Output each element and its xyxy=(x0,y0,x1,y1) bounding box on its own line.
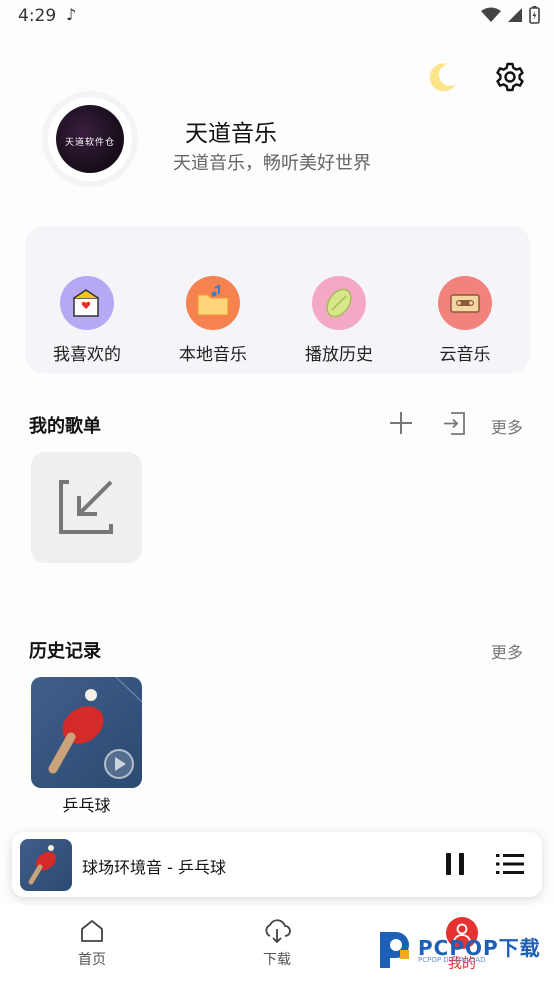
quick-local-music[interactable]: 本地音乐 xyxy=(163,276,263,365)
playlist-queue-icon[interactable] xyxy=(496,852,524,876)
avatar-text: 天道软件仓 xyxy=(64,138,115,148)
quick-cloud-music[interactable]: 云音乐 xyxy=(415,276,515,365)
import-playlist-tile[interactable] xyxy=(31,452,142,563)
ping-pong-paddle-image xyxy=(48,677,142,779)
add-playlist-plus-icon[interactable] xyxy=(389,411,413,435)
tab-download-label: 下载 xyxy=(263,952,291,968)
import-arrow-icon xyxy=(59,480,113,534)
quick-favorites-label: 我喜欢的 xyxy=(53,345,121,365)
pause-icon[interactable] xyxy=(444,852,466,876)
folder-icon xyxy=(186,276,240,330)
history-more-link[interactable]: 更多 xyxy=(491,639,523,663)
wifi-icon xyxy=(481,7,501,22)
now-playing-title: 球场环境音 - 乒乓球 xyxy=(82,858,226,877)
dark-mode-moon-icon[interactable] xyxy=(424,60,460,96)
cassette-icon xyxy=(438,276,492,330)
quick-actions-card: 我喜欢的 本地音乐 播放历史 云音乐 xyxy=(25,226,530,373)
pcpop-logo-icon xyxy=(380,932,409,968)
heart-box-icon xyxy=(60,276,114,330)
import-playlist-icon[interactable] xyxy=(442,411,467,436)
home-icon xyxy=(81,920,103,942)
history-item-name: 乒乓球 xyxy=(62,796,111,815)
quick-play-history[interactable]: 播放历史 xyxy=(289,276,389,365)
quick-play-history-label: 播放历史 xyxy=(305,345,373,365)
quick-local-music-label: 本地音乐 xyxy=(179,345,247,365)
settings-gear-icon[interactable] xyxy=(494,61,526,93)
status-time: 4:29 xyxy=(18,6,57,26)
playlists-section-title: 我的歌单 xyxy=(29,416,101,437)
avatar-image: 天道软件仓 xyxy=(56,105,124,173)
cloud-download-icon xyxy=(265,919,291,944)
tab-download[interactable]: 下载 xyxy=(237,917,317,969)
signal-icon xyxy=(508,8,522,22)
tab-home-label: 首页 xyxy=(78,952,106,968)
mini-player[interactable]: 球场环境音 - 乒乓球 xyxy=(12,832,542,897)
quick-favorites[interactable]: 我喜欢的 xyxy=(37,276,137,365)
music-note-icon: ♪ xyxy=(66,5,77,24)
user-description: 天道音乐，畅听美好世界 xyxy=(173,153,371,174)
quick-cloud-music-label: 云音乐 xyxy=(439,345,491,365)
history-section-title: 历史记录 xyxy=(29,641,101,662)
watermark-subtext: PCPOP DOWNLOAD xyxy=(418,956,486,964)
disc-icon xyxy=(312,276,366,330)
history-item-cover[interactable] xyxy=(31,677,142,788)
user-avatar[interactable]: 天道软件仓 xyxy=(48,97,132,181)
pcpop-watermark: PCPOP下载 PCPOP DOWNLOAD xyxy=(376,928,546,972)
battery-icon xyxy=(529,6,540,24)
status-icons xyxy=(481,6,540,24)
user-name: 天道音乐 xyxy=(185,121,277,147)
playlists-more-link[interactable]: 更多 xyxy=(491,414,523,438)
status-bar: 4:29 ♪ xyxy=(0,0,554,32)
tab-home[interactable]: 首页 xyxy=(52,917,132,969)
mini-player-cover xyxy=(20,839,72,891)
